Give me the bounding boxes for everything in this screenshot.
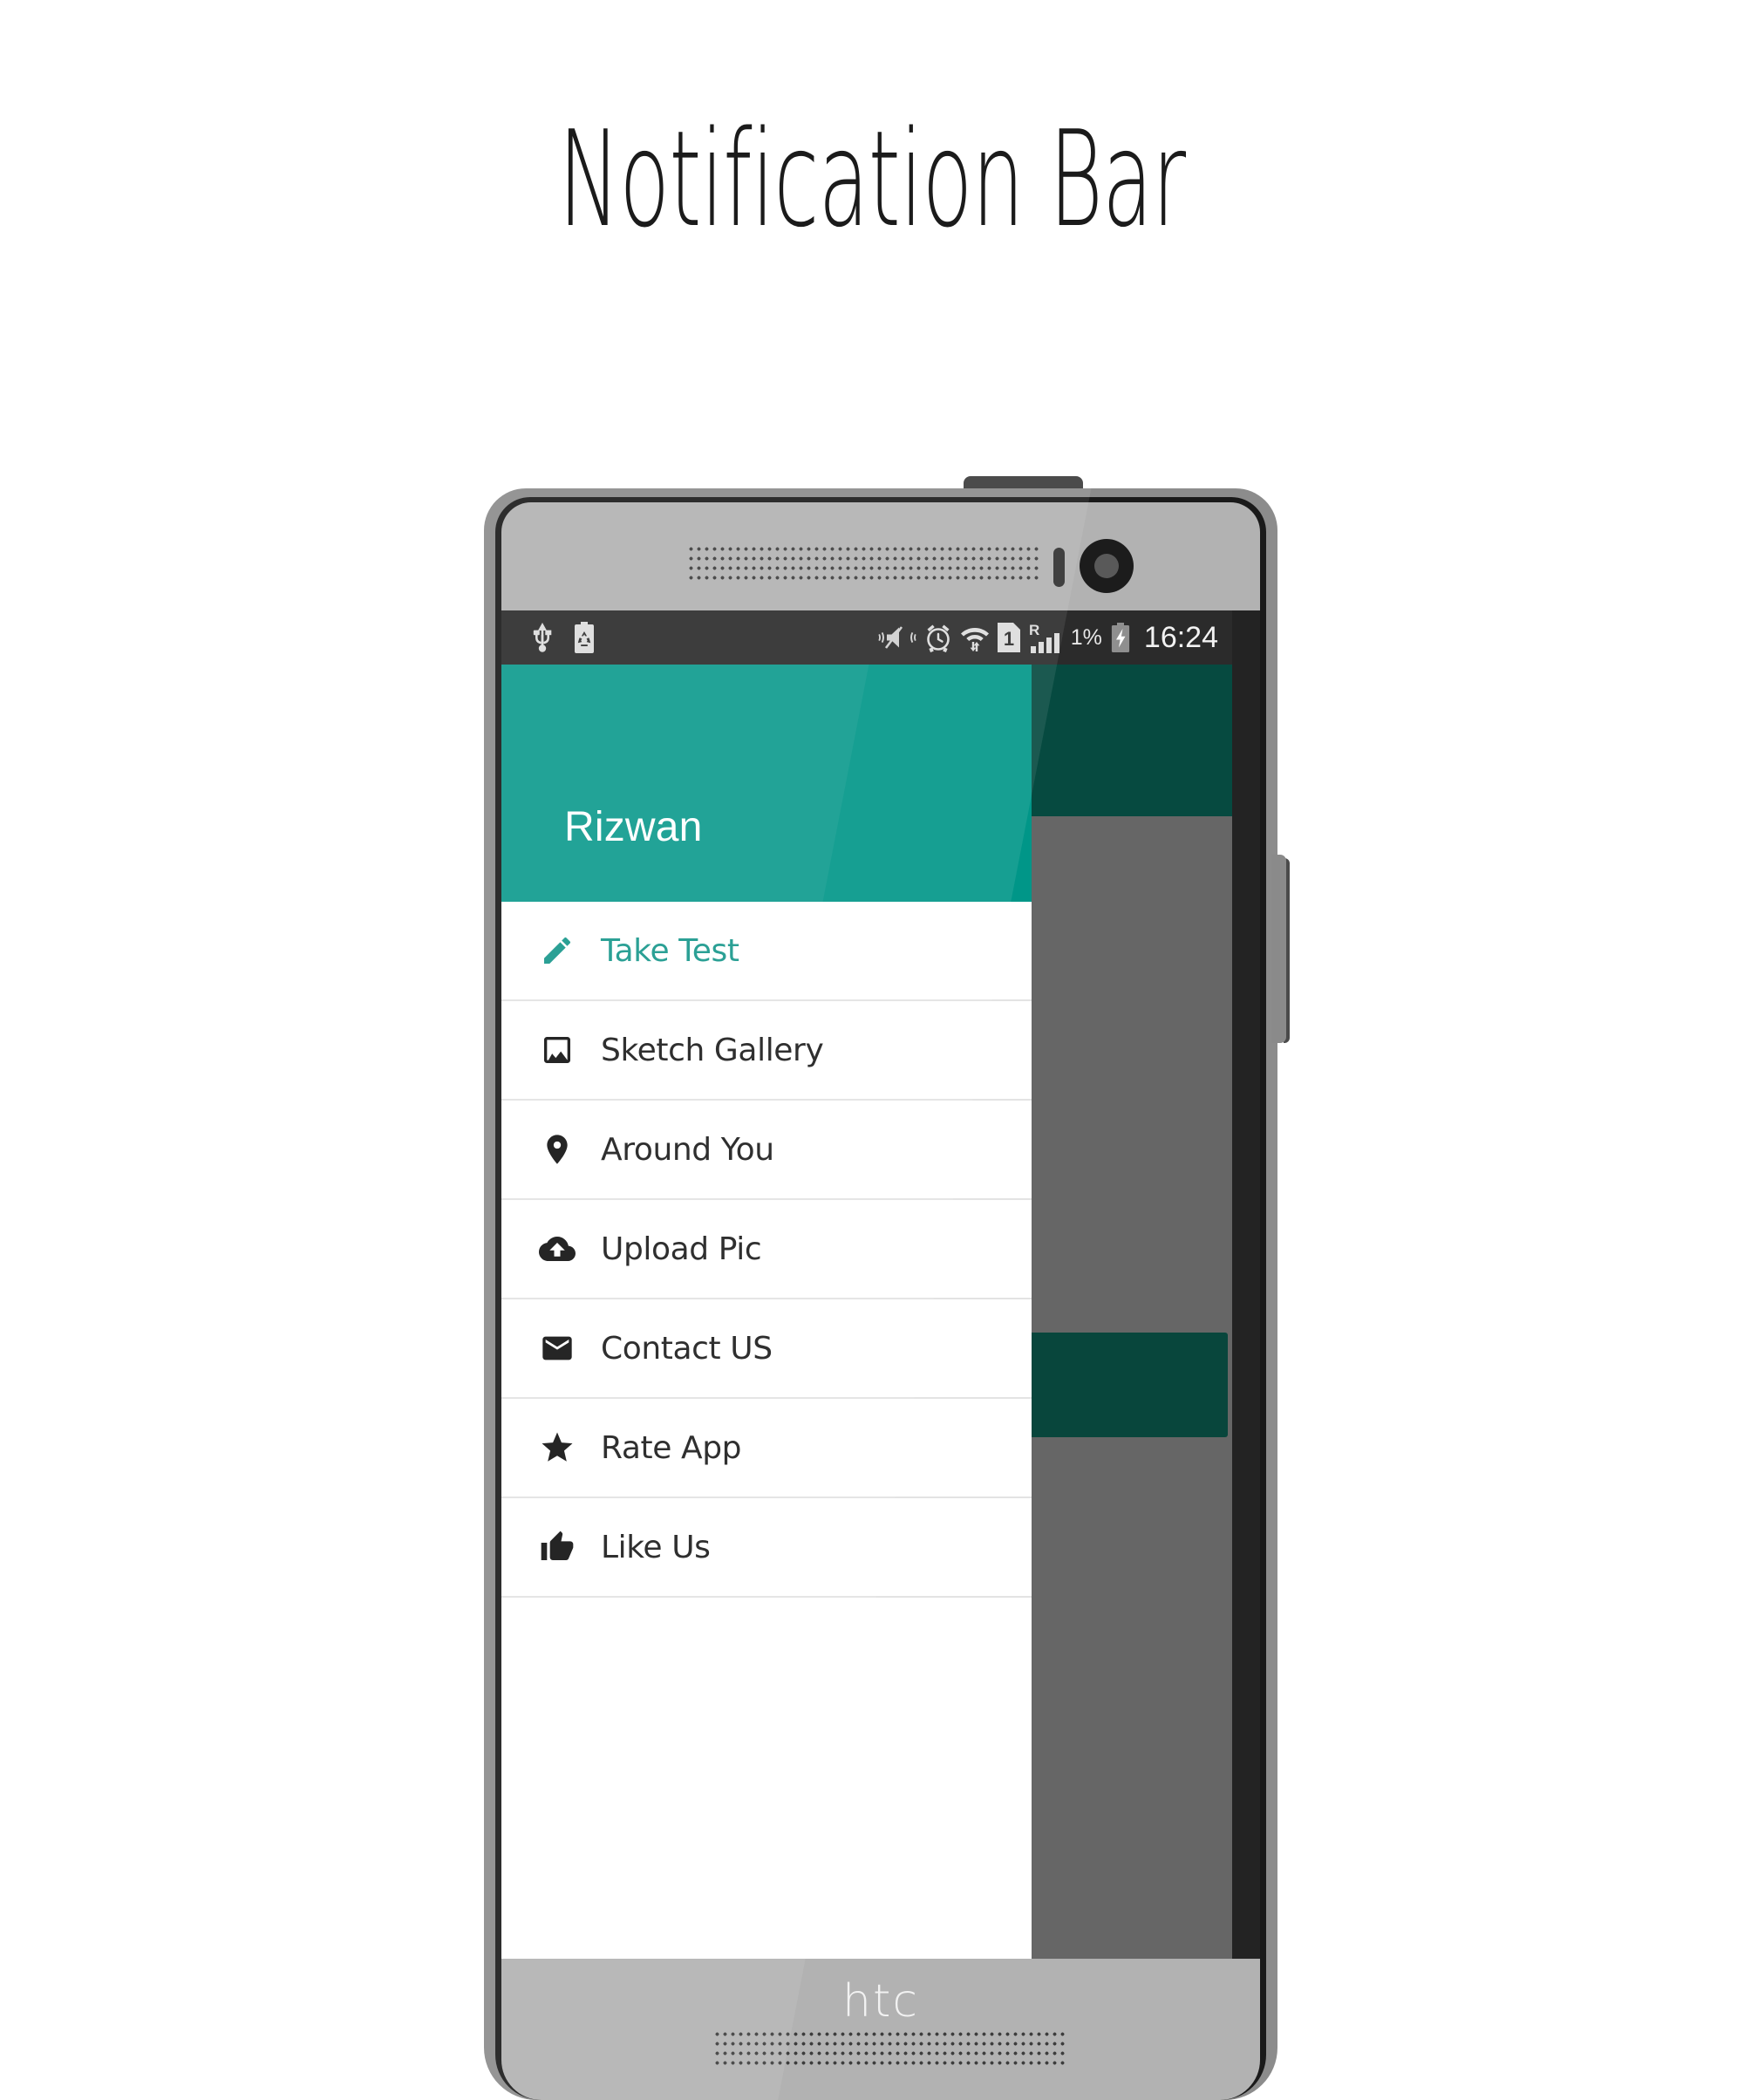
drawer-item-sketch-gallery[interactable]: Sketch Gallery — [501, 1001, 1032, 1101]
drawer-item-label: Sketch Gallery — [601, 1032, 824, 1068]
thumbs-up-icon — [514, 1530, 601, 1565]
star-icon — [514, 1429, 601, 1466]
usb-icon — [533, 623, 552, 652]
phone-mockup: htc 1 R 1% 16:24 Rizwan Take Test Sketch… — [484, 471, 1290, 2100]
drawer-item-label: Contact US — [601, 1330, 773, 1367]
drawer-item-label: Upload Pic — [601, 1231, 762, 1267]
drawer-item-around-you[interactable]: Around You — [501, 1101, 1032, 1200]
drawer-header: Rizwan — [501, 665, 1032, 902]
brand-logo: htc — [842, 1975, 919, 2028]
speaker-grille — [715, 2032, 1067, 2067]
svg-text:R: R — [1029, 622, 1039, 638]
drawer-menu-list: Take Test Sketch Gallery Around You Uplo… — [501, 902, 1032, 1912]
status-bar-clock: 16:24 — [1143, 620, 1218, 654]
drawer-item-rate-app[interactable]: Rate App — [501, 1399, 1032, 1498]
battery-saver-icon — [575, 622, 594, 653]
drawer-item-take-test[interactable]: Take Test — [501, 902, 1032, 1001]
drawer-username: Rizwan — [564, 804, 703, 850]
vibrate-mute-icon — [878, 626, 916, 649]
proximity-sensor-icon — [1053, 548, 1065, 587]
page-title: Notification Bar — [558, 102, 1187, 256]
drawer-empty-space — [501, 1598, 1032, 1912]
sim-1-icon: 1 — [997, 623, 1020, 652]
phone-screen: 1 R 1% 16:24 Rizwan Take Test Sketch Gal… — [501, 610, 1232, 1959]
front-camera-lens — [1094, 554, 1119, 578]
drawer-item-label: Take Test — [601, 932, 739, 969]
drawer-item-contact-us[interactable]: Contact US — [501, 1299, 1032, 1399]
wifi-icon — [960, 628, 989, 651]
status-bar-left-icons — [501, 622, 596, 653]
envelope-icon — [514, 1331, 601, 1366]
pencil-icon — [514, 933, 601, 968]
volume-button[interactable] — [1271, 855, 1286, 1043]
drawer-item-label: Like Us — [601, 1529, 711, 1565]
cloud-upload-icon — [514, 1231, 601, 1267]
navigation-drawer: Rizwan Take Test Sketch Gallery Around Y… — [501, 665, 1032, 1959]
svg-text:1: 1 — [1004, 628, 1014, 650]
drawer-item-upload-pic[interactable]: Upload Pic — [501, 1200, 1032, 1299]
image-icon — [514, 1033, 601, 1067]
drawer-item-like-us[interactable]: Like Us — [501, 1498, 1032, 1598]
battery-percent-label: 1% — [1070, 624, 1102, 650]
battery-charging-icon — [1111, 623, 1130, 652]
location-pin-icon — [514, 1132, 601, 1167]
drawer-item-label: Around You — [601, 1131, 774, 1168]
alarm-clock-icon — [926, 624, 950, 652]
roaming-signal-icon: R — [1029, 622, 1059, 653]
drawer-item-label: Rate App — [601, 1429, 742, 1466]
status-bar: 1 R 1% 16:24 — [501, 610, 1232, 665]
earpiece-grille — [689, 547, 1039, 585]
status-bar-right-icons: 1 R 1% 16:24 — [878, 621, 1218, 655]
app-content: Rizwan Take Test Sketch Gallery Around Y… — [501, 665, 1232, 1959]
